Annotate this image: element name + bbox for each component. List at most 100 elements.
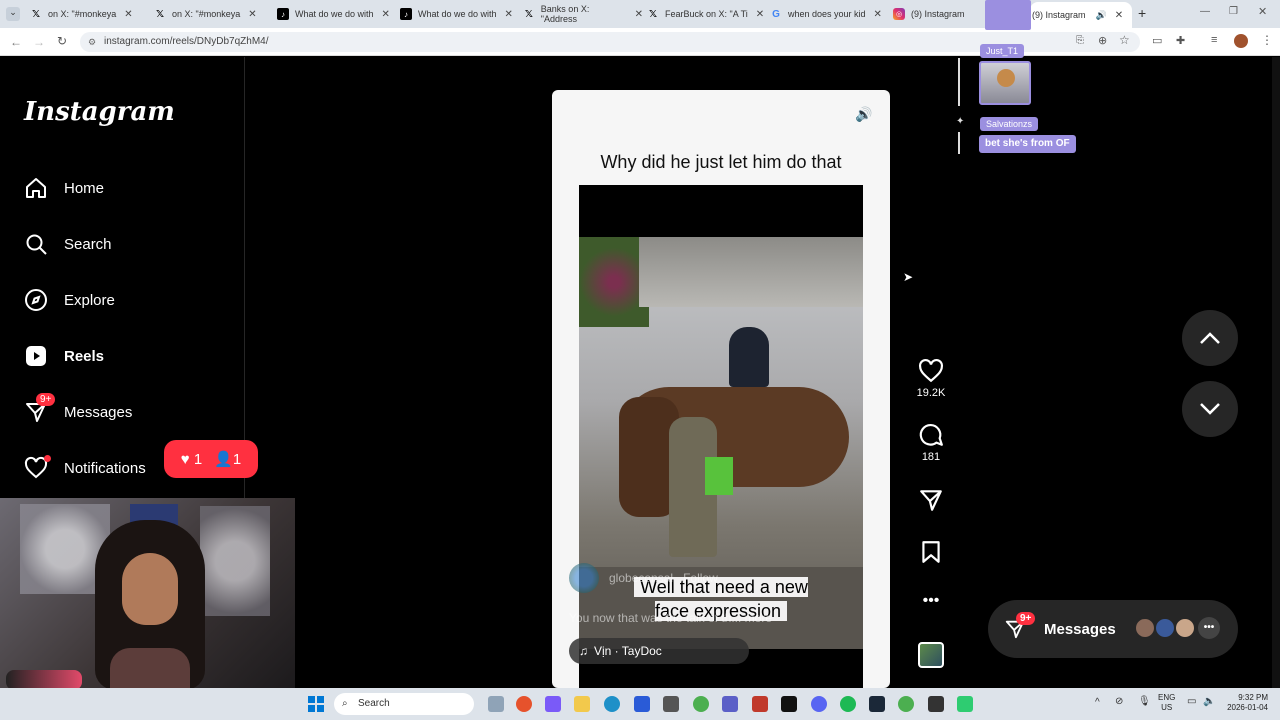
more-avatars-icon: •••: [1198, 617, 1220, 639]
browser-tab-2[interactable]: 𝕏 on X: "#monkeya ✕: [154, 4, 272, 24]
app-icon[interactable]: [516, 696, 532, 712]
app-icon[interactable]: [957, 696, 973, 712]
account-name[interactable]: globeconsal: [609, 571, 673, 585]
more-link[interactable]: ... more: [731, 611, 772, 625]
tab-title: (9) Instagram: [911, 9, 965, 19]
close-window-button[interactable]: ✕: [1258, 5, 1267, 18]
tab-search-button[interactable]: ⌄: [6, 7, 20, 21]
tray-chevron-up-icon[interactable]: ^: [1095, 697, 1100, 708]
network-icon[interactable]: ▭: [1187, 696, 1196, 707]
nav-item-explore[interactable]: Explore: [24, 285, 115, 315]
menu-kebab-icon[interactable]: ⋮: [1261, 33, 1273, 47]
reels-icon: [26, 346, 46, 366]
page-scrollbar[interactable]: [1272, 57, 1280, 688]
volume-icon[interactable]: 🔈: [1203, 696, 1215, 707]
likes-number: 1: [193, 450, 203, 468]
notification-dot: [44, 455, 51, 462]
browser-tab-bar: ⌄ 𝕏 on X: "#monkeya ✕ 𝕏 on X: "#monkeya …: [0, 0, 1280, 28]
nav-item-messages[interactable]: Messages 9+: [24, 393, 132, 427]
comment-button[interactable]: 181: [916, 422, 946, 463]
language-indicator[interactable]: ENG US: [1158, 693, 1175, 713]
browser-tab-active[interactable]: (9) Instagram 🔊 ✕: [1030, 2, 1132, 28]
close-tab-icon[interactable]: ✕: [505, 9, 513, 20]
account-avatar[interactable]: [569, 563, 599, 593]
new-tab-button[interactable]: +: [1138, 5, 1146, 21]
extensions-icon[interactable]: ✚: [1176, 34, 1185, 47]
zoom-icon[interactable]: ⊕: [1098, 34, 1107, 47]
reel-video[interactable]: Well that need a new face expression glo…: [569, 185, 863, 688]
close-tab-icon[interactable]: ✕: [874, 9, 882, 20]
save-button[interactable]: [916, 539, 946, 568]
task-view-icon[interactable]: [488, 696, 504, 712]
taskbar-search-box[interactable]: ⌕ Search: [334, 693, 474, 715]
audio-thumbnail[interactable]: [918, 642, 944, 668]
browser-tab-1[interactable]: 𝕏 on X: "#monkeya ✕: [30, 4, 148, 24]
restore-button[interactable]: ❐: [1229, 6, 1238, 17]
share-button[interactable]: [916, 487, 946, 516]
chrome-icon[interactable]: [693, 696, 709, 712]
media-control-icon[interactable]: ≡: [1211, 34, 1217, 46]
tab-title: What do we do with: [418, 9, 497, 19]
forward-arrow-icon[interactable]: →: [33, 35, 45, 49]
app-icon[interactable]: [752, 696, 768, 712]
edge-icon[interactable]: [604, 696, 620, 712]
instagram-logo[interactable]: Instagram: [24, 97, 175, 127]
bookmark-icon: [922, 541, 940, 563]
like-button[interactable]: 19.2K: [916, 358, 946, 399]
windows-start-icon[interactable]: [308, 696, 324, 712]
nav-item-search[interactable]: Search: [24, 229, 112, 259]
close-tab-icon[interactable]: ✕: [248, 9, 256, 20]
follow-button[interactable]: Follow: [683, 571, 718, 585]
close-tab-icon[interactable]: ✕: [635, 9, 643, 20]
back-arrow-icon[interactable]: ←: [10, 35, 22, 49]
sound-icon[interactable]: 🔊: [855, 106, 872, 123]
browser-tab-8[interactable]: ◎ (9) Instagram: [893, 4, 975, 24]
tiktok-icon[interactable]: [781, 696, 797, 712]
speaker-icon[interactable]: 🔊: [1096, 10, 1107, 21]
browser-tab-3[interactable]: ♪ What do we do with ✕: [277, 4, 397, 24]
browser-tab-7[interactable]: G when does your kid ✕: [770, 4, 888, 24]
messages-pill[interactable]: 9+ Messages •••: [988, 600, 1238, 658]
browser-tab-6[interactable]: 𝕏 FearBuck on X: "A Ti ✕: [647, 4, 767, 24]
tab-title: Banks on X: "Address: [540, 4, 590, 24]
close-tab-icon[interactable]: ✕: [382, 9, 390, 20]
file-explorer-icon[interactable]: [574, 696, 590, 712]
audio-pill[interactable]: ♫ Vịn · TayDoc: [569, 638, 749, 664]
reel-description[interactable]: You now that was the talk of th... more: [569, 611, 772, 625]
close-tab-icon[interactable]: ✕: [756, 9, 764, 20]
profile-avatar[interactable]: [1234, 34, 1248, 48]
reel-post[interactable]: 🔊 Why did he just let him do that Well t…: [552, 90, 890, 688]
clock[interactable]: 9:32 PM 2026-01-04: [1222, 693, 1268, 713]
steam-icon[interactable]: [869, 696, 885, 712]
spotify-icon[interactable]: [840, 696, 856, 712]
more-options-button[interactable]: •••: [916, 592, 946, 610]
nav-label: Notifications: [64, 459, 146, 477]
home-icon: [26, 178, 46, 198]
close-tab-icon[interactable]: ✕: [1115, 10, 1123, 21]
reload-icon[interactable]: ↻: [57, 34, 67, 48]
install-icon[interactable]: ⎘: [1076, 35, 1084, 46]
close-tab-icon[interactable]: ✕: [124, 9, 132, 20]
camera-off-icon[interactable]: ⊘: [1115, 696, 1123, 707]
browser-tab-4[interactable]: ♪ What do we do with ✕: [400, 4, 522, 24]
discord-icon[interactable]: [811, 696, 827, 712]
browser-tab-5[interactable]: 𝕏 Banks on X: "Address ✕: [523, 4, 643, 24]
app-icon[interactable]: [634, 696, 650, 712]
notification-popup[interactable]: ♥ 1 👤1: [164, 440, 258, 478]
chrome-icon[interactable]: [898, 696, 914, 712]
nav-item-notifications[interactable]: Notifications: [24, 453, 146, 483]
reel-account-row[interactable]: globeconsal Follow: [569, 563, 718, 593]
site-info-icon[interactable]: ⚙: [88, 32, 96, 52]
minimize-button[interactable]: —: [1200, 6, 1210, 17]
teams-icon[interactable]: [722, 696, 738, 712]
tab-groups-icon[interactable]: ▭: [1152, 34, 1162, 47]
app-icon[interactable]: [663, 696, 679, 712]
obs-icon[interactable]: [928, 696, 944, 712]
bookmark-star-icon[interactable]: ☆: [1119, 33, 1130, 47]
nav-item-home[interactable]: Home: [24, 173, 104, 203]
app-icon[interactable]: [545, 696, 561, 712]
nav-item-reels[interactable]: Reels: [24, 341, 104, 371]
previous-reel-button[interactable]: [1182, 310, 1238, 366]
next-reel-button[interactable]: [1182, 381, 1238, 437]
microphone-icon[interactable]: 🎙: [1138, 696, 1151, 707]
